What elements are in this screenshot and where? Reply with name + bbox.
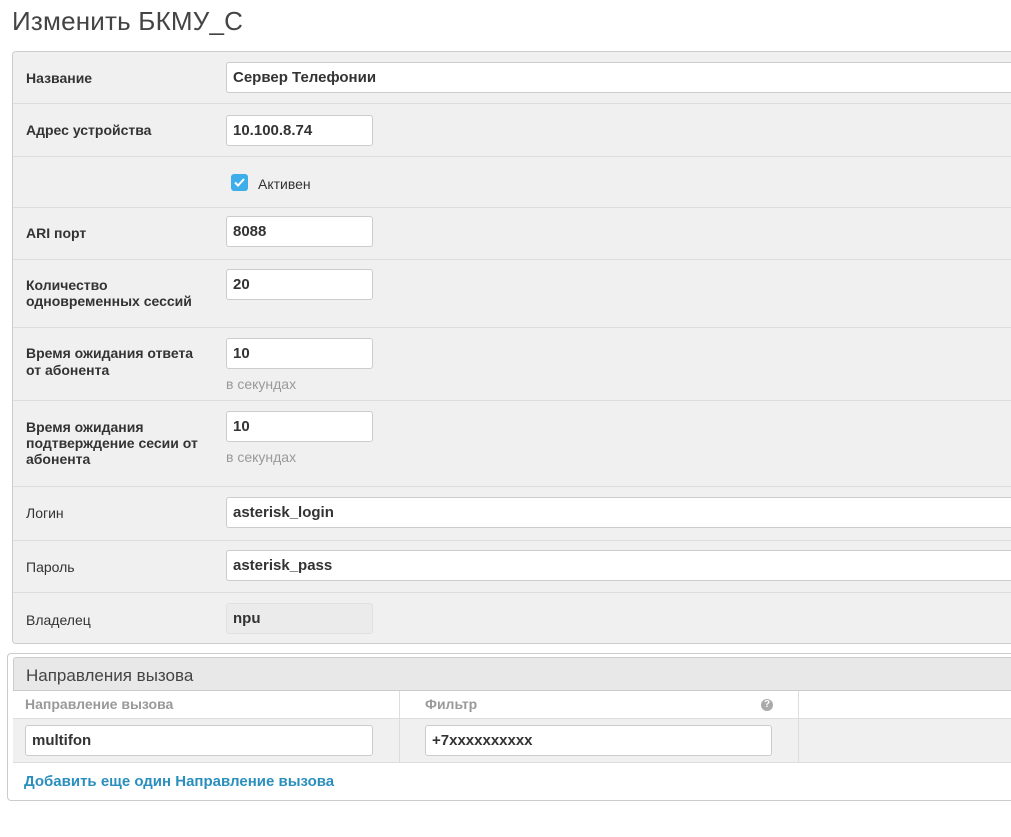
- owner-label: Владелец: [26, 612, 91, 628]
- answer-timeout-help: в секундах: [226, 376, 297, 392]
- confirm-timeout-label-1: Время ожидания: [26, 419, 144, 435]
- name-row: Название Сервер Телефонии: [13, 52, 1011, 104]
- owner-row: Владелец npu: [13, 593, 1011, 643]
- active-row: Активен: [13, 157, 1011, 208]
- table-row: multifon +7xxxxxxxxxx: [13, 718, 1011, 763]
- direction-input[interactable]: multifon: [25, 725, 373, 756]
- edit-form: Название Сервер Телефонии Адрес устройст…: [12, 51, 1011, 644]
- answer-timeout-row: Время ожидания ответа от абонента 10 в с…: [13, 328, 1011, 401]
- confirm-timeout-help: в секундах: [226, 449, 297, 465]
- checkmark-icon: [234, 178, 245, 187]
- answer-timeout-input[interactable]: 10: [226, 338, 373, 369]
- column-header-direction: Направление вызова: [25, 696, 174, 712]
- confirm-timeout-row: Время ожидания подтверждение сесии от аб…: [13, 401, 1011, 487]
- question-circle-icon[interactable]: ?: [761, 699, 773, 711]
- page-title: Изменить БКМУ_С: [12, 6, 244, 36]
- owner-readonly-field: npu: [226, 603, 373, 634]
- confirm-timeout-label-2: подтверждение сесии от: [26, 435, 198, 451]
- password-row: Пароль asterisk_pass: [13, 541, 1011, 593]
- call-directions-inline: Направления вызова Направление вызова Фи…: [7, 653, 1011, 801]
- password-input[interactable]: asterisk_pass: [226, 550, 1011, 581]
- sessions-input[interactable]: 20: [226, 269, 373, 300]
- answer-timeout-label-1: Время ожидания ответа: [26, 345, 194, 361]
- inline-header: Направления вызова: [13, 657, 1011, 691]
- active-label: Активен: [258, 176, 311, 192]
- confirm-timeout-label-3: абонента: [26, 451, 91, 467]
- ari-port-label: ARI порт: [26, 225, 87, 241]
- active-checkbox[interactable]: [231, 174, 248, 191]
- ari-port-row: ARI порт 8088: [13, 208, 1011, 260]
- address-row: Адрес устройства 10.100.8.74: [13, 104, 1011, 157]
- sessions-row: Количество одновременных сессий 20: [13, 260, 1011, 328]
- address-label: Адрес устройства: [26, 122, 152, 138]
- name-input[interactable]: Сервер Телефонии: [226, 62, 1011, 93]
- sessions-label-1: Количество: [26, 277, 108, 293]
- answer-timeout-label-2: от абонента: [26, 362, 110, 378]
- column-divider: [399, 718, 400, 763]
- column-divider: [798, 718, 799, 763]
- filter-input[interactable]: +7xxxxxxxxxx: [425, 725, 772, 756]
- login-input[interactable]: asterisk_login: [226, 497, 1011, 528]
- login-row: Логин asterisk_login: [13, 487, 1011, 541]
- add-another-direction-link[interactable]: Добавить еще один Направление вызова: [24, 773, 334, 790]
- ari-port-input[interactable]: 8088: [226, 216, 373, 247]
- sessions-label-2: одновременных сессий: [26, 293, 192, 309]
- login-label: Логин: [26, 505, 64, 521]
- confirm-timeout-input[interactable]: 10: [226, 411, 373, 442]
- inline-title: Направления вызова: [26, 666, 194, 685]
- password-label: Пароль: [26, 559, 75, 575]
- address-input[interactable]: 10.100.8.74: [226, 115, 373, 146]
- name-label: Название: [26, 70, 93, 86]
- column-header-filter: Фильтр: [425, 696, 478, 712]
